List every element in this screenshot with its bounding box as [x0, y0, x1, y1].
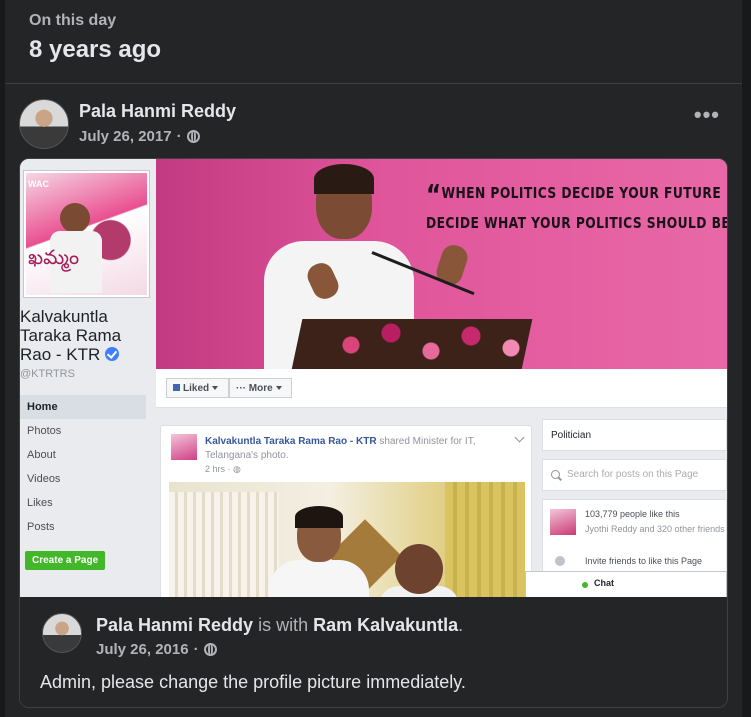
fb-nav-videos: Videos — [27, 473, 61, 485]
fb-liked-label: Liked — [183, 383, 210, 394]
period: . — [458, 615, 464, 635]
shared-author-avatar[interactable] — [42, 613, 82, 653]
fb-more-button: ··· More — [229, 378, 292, 398]
fb-liked-button: Liked — [166, 378, 229, 398]
fb-page-handle: @KTRTRS — [20, 368, 75, 380]
on-this-day-label: On this day — [29, 12, 117, 29]
profile-banner-text: WAC — [28, 179, 49, 189]
fb-feed-time-text: 2 hrs · — [205, 464, 234, 474]
post-options-button[interactable]: ••• — [694, 104, 720, 126]
fb-feed-photo — [169, 482, 525, 597]
cover-flowers — [331, 309, 531, 369]
fb-feed-avatar — [171, 434, 197, 460]
profile-scrawl-text: ఖమ్మం — [28, 247, 80, 269]
shared-post-header: Pala Hanmi Reddy is with Ram Kalvakuntla… — [96, 615, 463, 636]
fb-likes-count: 103,779 people like this — [585, 509, 680, 519]
fb-chat-label: Chat — [594, 578, 614, 588]
tagged-person-name[interactable]: Ram Kalvakuntla — [313, 615, 458, 635]
fb-page-left-column: WAC ఖమ్మం Kalvakuntla Taraka Rama Rao - … — [20, 159, 156, 597]
fb-chat-bar: Chat — [525, 571, 727, 597]
fb-profile-picture: WAC ఖమ్మం — [24, 171, 149, 297]
post-author-avatar[interactable] — [19, 99, 69, 149]
photo-curtain-left — [169, 492, 279, 597]
fb-nav-posts: Posts — [27, 521, 55, 533]
fb-more-label: More — [248, 383, 273, 394]
shared-post-meta: July 26, 2016 · — [96, 641, 217, 658]
years-ago-heading: 8 years ago — [29, 36, 162, 63]
fb-page-category: Politician — [542, 419, 727, 451]
memory-header: On this day 8 years ago — [29, 12, 161, 64]
fb-nav-about: About — [27, 449, 56, 461]
fb-page-name-line1: Kalvakuntla — [20, 307, 108, 326]
fb-likes-friends: Jyothi Reddy and 320 other friends — [585, 524, 725, 534]
meta-separator: · — [193, 641, 199, 658]
with-text: is with — [253, 615, 314, 635]
fb-page-search: Search for posts on this Page — [542, 459, 727, 491]
cover-quote-open: “ — [426, 178, 442, 211]
fb-page-name: Kalvakuntla Taraka Rama Rao - KTR — [20, 307, 155, 364]
photo-curtain-right — [445, 482, 525, 597]
fb-search-placeholder: Search for posts on this Page — [567, 469, 699, 480]
photo-person1-body — [269, 560, 369, 597]
fb-nav-likes: Likes — [27, 497, 53, 509]
photo-person2-head — [395, 544, 443, 594]
fb-feed-author: Kalvakuntla Taraka Rama Rao - KTR — [205, 436, 377, 447]
fb-feed-title: Kalvakuntla Taraka Rama Rao - KTR shared… — [205, 435, 495, 463]
shared-post-date[interactable]: July 26, 2016 — [96, 641, 189, 658]
fb-page-name-line3: Rao - KTR — [20, 345, 101, 364]
shared-post-footer: Pala Hanmi Reddy is with Ram Kalvakuntla… — [20, 597, 727, 707]
fb-invite-text: Invite friends to like this Page — [585, 556, 703, 566]
fb-page-name-line2: Taraka Rama — [20, 326, 122, 345]
fb-cover-photo: “WHEN POLITICS DECIDE YOUR FUTURE DECIDE… — [156, 159, 727, 369]
cover-quote-line2: DECIDE WHAT YOUR POLITICS SHOULD BE — [426, 214, 727, 232]
fb-nav-photos: Photos — [27, 425, 62, 437]
shared-post-card[interactable]: WAC ఖమ్మం Kalvakuntla Taraka Rama Rao - … — [19, 158, 728, 708]
post-date[interactable]: July 26, 2017 — [79, 128, 172, 145]
post-meta: July 26, 2017 · — [79, 128, 200, 145]
cover-quote-line1: WHEN POLITICS DECIDE YOUR FUTURE — [441, 184, 722, 202]
invite-friends-icon — [555, 556, 565, 566]
cover-quote: “WHEN POLITICS DECIDE YOUR FUTURE DECIDE… — [426, 178, 727, 239]
ellipsis-icon: ··· — [236, 383, 246, 394]
post-author-name[interactable]: Pala Hanmi Reddy — [79, 101, 236, 122]
caret-down-icon — [212, 386, 219, 390]
memory-card: On this day 8 years ago Pala Hanmi Reddy… — [5, 0, 742, 717]
fb-feed-time: 2 hrs · ◍ — [205, 464, 241, 475]
profile-person-head — [60, 203, 90, 233]
fb-page-nav: Home Photos About Videos Likes Posts — [20, 395, 146, 539]
verified-badge-icon — [105, 347, 120, 361]
fb-feed-post: Kalvakuntla Taraka Rama Rao - KTR shared… — [160, 425, 532, 597]
shared-post-message: Admin, please change the profile picture… — [40, 672, 466, 692]
cover-speaker-hair — [314, 164, 374, 194]
globe-icon[interactable] — [203, 643, 217, 656]
shared-author-name[interactable]: Pala Hanmi Reddy — [96, 615, 253, 635]
thumbs-up-icon — [173, 384, 180, 391]
globe-icon: ◍ — [233, 464, 241, 474]
header-divider — [5, 83, 742, 84]
online-status-icon — [582, 582, 588, 588]
search-icon — [551, 470, 560, 479]
meta-separator: · — [176, 128, 182, 145]
fb-action-bar: Liked ··· More — [156, 369, 727, 408]
fb-create-page-button: Create a Page — [25, 551, 106, 570]
globe-icon[interactable] — [186, 130, 200, 143]
photo-person1-hair — [295, 506, 343, 528]
caret-down-icon — [275, 386, 282, 390]
fb-nav-home: Home — [20, 395, 146, 419]
fb-friend-thumbnail — [550, 509, 576, 535]
chevron-down-icon — [514, 432, 525, 443]
shared-photo[interactable]: WAC ఖమ్మం Kalvakuntla Taraka Rama Rao - … — [20, 159, 727, 597]
